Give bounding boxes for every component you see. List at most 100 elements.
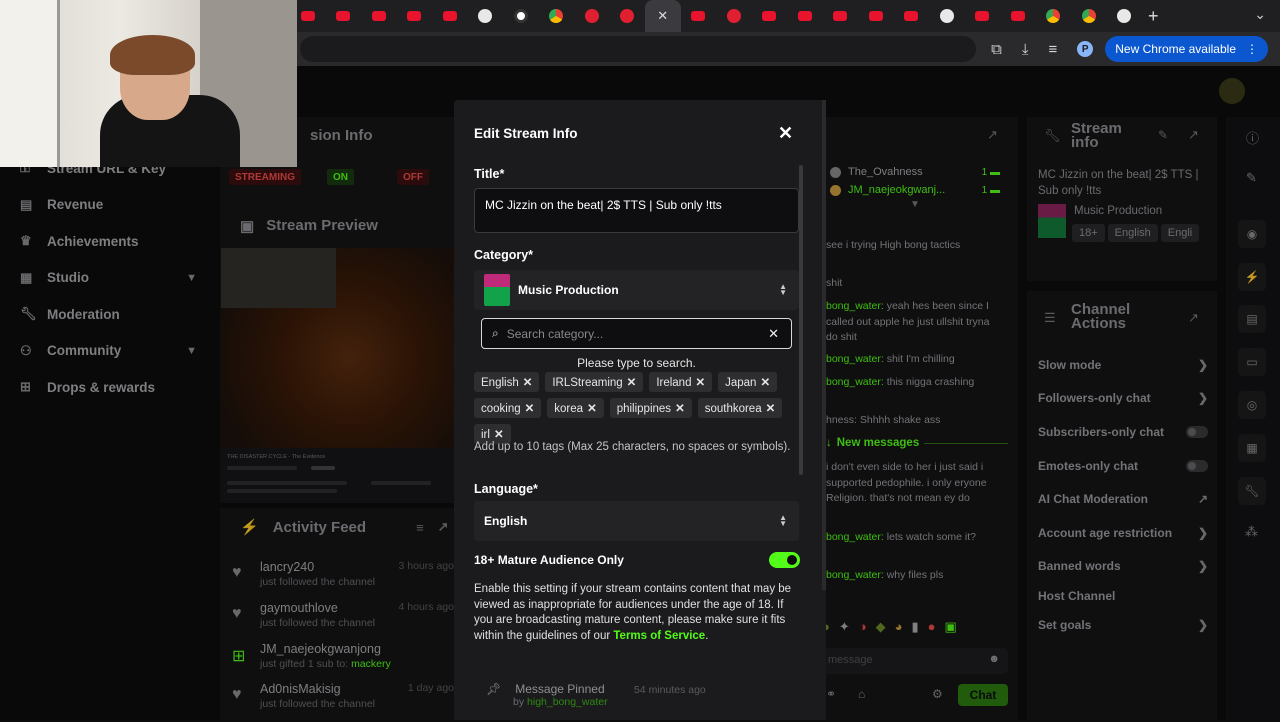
top-user-name[interactable]: The_Ovahness — [848, 166, 923, 178]
browser-tab[interactable] — [894, 0, 930, 32]
gift-recipient[interactable]: mackery — [351, 658, 391, 670]
profile-avatar[interactable]: P — [1077, 41, 1094, 57]
terms-of-service-link[interactable]: Terms of Service — [613, 630, 705, 642]
user-avatar[interactable] — [1219, 78, 1245, 104]
emote-icon[interactable]: ● — [928, 619, 936, 635]
browser-tab[interactable] — [468, 0, 504, 32]
chat-input[interactable]: message ☻ — [822, 648, 1008, 674]
chat-username[interactable]: bong_water: — [826, 300, 884, 312]
emote-icon[interactable]: ▣ — [945, 619, 957, 635]
popout-icon[interactable]: ↗ — [438, 519, 449, 535]
popout-icon[interactable]: ↗ — [1188, 127, 1199, 143]
download-icon[interactable]: ⤓ — [1022, 41, 1029, 58]
activity-username[interactable]: gaymouthlove — [260, 601, 338, 615]
store-icon[interactable]: ⌂ — [858, 687, 865, 701]
emote-icon[interactable]: ◕ — [895, 619, 903, 635]
emoji-icon[interactable]: ☻ — [988, 653, 1000, 665]
chat-icon[interactable]: ▭ — [1238, 348, 1266, 376]
category-select[interactable]: Music Production ▲ ▼ — [474, 270, 799, 310]
new-chrome-button[interactable]: New Chrome available ⋮ — [1105, 36, 1268, 62]
browser-tab[interactable] — [1036, 0, 1072, 32]
channel-action-banned-words[interactable]: Banned words ❯ — [1038, 556, 1208, 576]
channel-action-followers-only-chat[interactable]: Followers-only chat ❯ — [1038, 388, 1208, 408]
top-user-name[interactable]: JM_naejeokgwanj... — [848, 184, 945, 196]
browser-tab[interactable] — [929, 0, 965, 32]
title-input[interactable]: MC Jizzin on the beat| 2$ TTS | Sub only… — [474, 188, 799, 233]
page-scrollbar[interactable] — [822, 100, 826, 590]
camera-icon[interactable]: ◉ — [1238, 220, 1266, 248]
pencil-icon[interactable]: ✎ — [1246, 170, 1257, 186]
modal-scrollbar[interactable] — [799, 165, 803, 475]
remove-tag-icon[interactable]: ✕ — [627, 377, 637, 389]
link-icon[interactable]: ⚭ — [826, 687, 836, 701]
sidebar-item-moderation[interactable]: 🔧︎ Moderation — [0, 296, 215, 333]
emote-icon[interactable]: ◆ — [876, 619, 886, 635]
activity-username[interactable]: Ad0nisMakisig — [260, 682, 341, 696]
toggle-switch[interactable] — [1186, 460, 1208, 472]
notes-icon[interactable]: ▤ — [1238, 305, 1266, 333]
clear-icon[interactable]: ✕ — [768, 326, 779, 342]
browser-tab[interactable] — [432, 0, 468, 32]
sidebar-item-studio[interactable]: ▦ Studio ▼ — [0, 260, 215, 297]
browser-tab[interactable] — [539, 0, 575, 32]
remove-tag-icon[interactable]: ✕ — [766, 403, 776, 415]
browser-tab[interactable] — [858, 0, 894, 32]
browser-tab[interactable] — [503, 0, 539, 32]
nodes-icon[interactable]: ⁂ — [1245, 524, 1258, 540]
tab-search-icon[interactable]: ⌄ — [1254, 6, 1266, 23]
category-search-input[interactable]: ⌕ Search category... ✕ — [481, 318, 792, 349]
browser-tab[interactable] — [823, 0, 859, 32]
media-queue-icon[interactable]: ≡ — [1049, 41, 1058, 58]
toggle-switch[interactable] — [1186, 426, 1208, 438]
emote-icon[interactable]: ◑ — [859, 619, 867, 635]
chat-popout-icon[interactable]: ↗ — [987, 127, 998, 143]
emote-icon[interactable]: ✦ — [839, 619, 850, 635]
browser-tab[interactable] — [716, 0, 752, 32]
address-bar[interactable] — [300, 36, 976, 62]
channel-action-subscribers-only-chat[interactable]: Subscribers-only chat — [1038, 422, 1208, 442]
stream-preview-video[interactable] — [221, 248, 455, 448]
pinned-by-user[interactable]: high_bong_water — [527, 696, 608, 708]
chat-username[interactable]: bong_water: — [826, 531, 884, 543]
sidebar-item-community[interactable]: ⚇ Community ▼ — [0, 333, 215, 370]
browser-tab[interactable] — [610, 0, 646, 32]
broadcast-icon[interactable]: ◎ — [1238, 391, 1266, 419]
remove-tag-icon[interactable]: ✕ — [675, 403, 685, 415]
remove-tag-icon[interactable]: ✕ — [587, 403, 597, 415]
layout-icon[interactable]: ▦ — [1238, 434, 1266, 462]
chat-username[interactable]: bong_water: — [826, 376, 884, 388]
browser-tab[interactable] — [326, 0, 362, 32]
edit-icon[interactable]: ✎ — [1158, 128, 1168, 142]
new-messages-divider[interactable]: ↓ New messages — [826, 437, 1008, 449]
channel-action-ai-chat-moderation[interactable]: AI Chat Moderation ↗ — [1038, 489, 1208, 509]
browser-tab[interactable] — [1107, 0, 1143, 32]
language-select[interactable]: English ▲ ▼ — [474, 501, 799, 541]
close-icon[interactable]: ✕ — [778, 123, 793, 144]
browser-tab[interactable] — [1071, 0, 1107, 32]
channel-action-emotes-only-chat[interactable]: Emotes-only chat — [1038, 456, 1208, 476]
expand-icon[interactable]: ▼ — [830, 199, 1000, 210]
chat-username[interactable]: bong_water: — [826, 353, 884, 365]
extensions-icon[interactable]: ⧉ — [991, 41, 1002, 58]
settings-icon[interactable]: ⚙ — [932, 687, 943, 701]
browser-tab[interactable] — [361, 0, 397, 32]
channel-action-account-age-restriction[interactable]: Account age restriction ❯ — [1038, 523, 1208, 543]
browser-tab[interactable] — [965, 0, 1001, 32]
browser-tab[interactable]: ✕ — [645, 0, 681, 32]
browser-tab[interactable] — [752, 0, 788, 32]
mature-toggle[interactable] — [769, 552, 800, 568]
remove-tag-icon[interactable]: ✕ — [695, 377, 705, 389]
browser-tab[interactable] — [681, 0, 717, 32]
activity-username[interactable]: JM_naejeokgwanjong — [260, 642, 381, 656]
chat-username[interactable]: bong_water: — [826, 569, 884, 581]
sidebar-item-achievements[interactable]: ♛ Achievements — [0, 223, 215, 260]
browser-tab[interactable] — [1000, 0, 1036, 32]
browser-tab[interactable] — [397, 0, 433, 32]
popout-icon[interactable]: ↗ — [1188, 310, 1199, 326]
activity-username[interactable]: lancry240 — [260, 560, 314, 574]
channel-action-set-goals[interactable]: Set goals ❯ — [1038, 615, 1208, 635]
new-tab-button[interactable]: + — [1148, 6, 1159, 27]
remove-tag-icon[interactable]: ✕ — [760, 377, 770, 389]
wrench-icon[interactable]: 🔧︎ — [1238, 477, 1266, 505]
lightning-icon[interactable]: ⚡ — [1238, 263, 1266, 291]
